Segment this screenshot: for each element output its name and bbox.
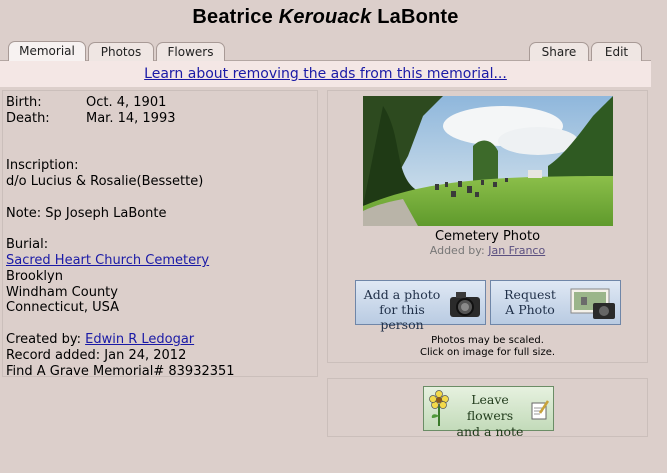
tab-flowers[interactable]: Flowers	[156, 42, 225, 61]
created-by-label: Created by:	[6, 331, 81, 347]
scaled-note-line1: Photos may be scaled.	[431, 335, 544, 346]
death-row: Death: Mar. 14, 1993	[6, 111, 314, 127]
photo-added-by: Added by: Jan Franco	[328, 244, 647, 257]
camera-icon	[450, 292, 480, 317]
memorial-id: Find A Grave Memorial# 83932351	[6, 363, 235, 379]
burial-county: Windham County	[6, 284, 118, 300]
ad-removal-link[interactable]: Learn about removing the ads from this m…	[144, 66, 507, 82]
flowers-panel: Leave flowers and a note	[327, 378, 648, 439]
memorial-details: Birth: Oct. 4, 1901 Death: Mar. 14, 1993…	[2, 90, 318, 379]
cemetery-photo[interactable]	[363, 96, 613, 226]
photo-scaling-note: Photos may be scaled. Click on image for…	[328, 335, 647, 359]
tab-bar: Memorial Photos Flowers Share Edit	[0, 40, 651, 61]
birth-label: Birth:	[6, 95, 42, 110]
inscription-label: Inscription:	[6, 158, 79, 174]
birth-row: Birth: Oct. 4, 1901	[6, 95, 314, 111]
record-added: Record added: Jan 24, 2012	[6, 347, 187, 363]
tab-photos[interactable]: Photos	[88, 42, 154, 61]
first-name: Beatrice	[192, 6, 273, 28]
note-text: Note: Sp Joseph LaBonte	[6, 205, 167, 221]
tab-share[interactable]: Share	[529, 42, 589, 61]
add-photo-line2: for this person	[379, 302, 425, 332]
burial-state: Connecticut, USA	[6, 300, 120, 316]
flowers-line1: Leave flowers	[466, 392, 514, 423]
tab-edit[interactable]: Edit	[591, 42, 642, 61]
leave-flowers-button[interactable]: Leave flowers and a note	[423, 386, 554, 439]
add-photo-button[interactable]: Add a photo for this person	[355, 280, 486, 332]
flower-icon	[429, 390, 449, 426]
photo-caption: Cemetery Photo	[434, 229, 541, 244]
added-by-label: Added by:	[429, 244, 485, 257]
flowers-line2: and a note	[456, 424, 524, 439]
burial-label: Burial:	[6, 237, 49, 253]
tab-memorial[interactable]: Memorial	[8, 41, 86, 61]
ad-removal-bar: Learn about removing the ads from this m…	[0, 61, 651, 87]
photo-panel: Cemetery Photo Added by: Jan Franco Add …	[327, 90, 648, 363]
add-photo-line1: Add a photo	[363, 287, 441, 302]
burial-city: Brooklyn	[6, 268, 63, 284]
death-label: Death:	[6, 110, 50, 126]
birth-date: Oct. 4, 1901	[86, 95, 167, 110]
request-photo-line1: Request	[504, 287, 556, 302]
page-title: Beatrice Kerouack LaBonte	[0, 6, 651, 29]
framed-photo-icon	[570, 288, 615, 319]
photographer-link[interactable]: Jan Franco	[488, 244, 545, 257]
cemetery-link[interactable]: Sacred Heart Church Cemetery	[6, 253, 209, 268]
created-by-row: Created by: Edwin R Ledogar	[6, 332, 314, 348]
last-name: LaBonte	[377, 6, 459, 28]
death-date: Mar. 14, 1993	[86, 110, 176, 126]
scaled-note-line2: Click on image for full size.	[419, 347, 556, 358]
maiden-name: Kerouack	[278, 6, 372, 28]
note-icon	[531, 400, 550, 420]
request-photo-line2: A Photo	[505, 302, 555, 317]
request-photo-button[interactable]: Request A Photo	[490, 280, 621, 325]
creator-link[interactable]: Edwin R Ledogar	[85, 332, 194, 347]
inscription-text: d/o Lucius & Rosalie(Bessette)	[6, 173, 204, 189]
